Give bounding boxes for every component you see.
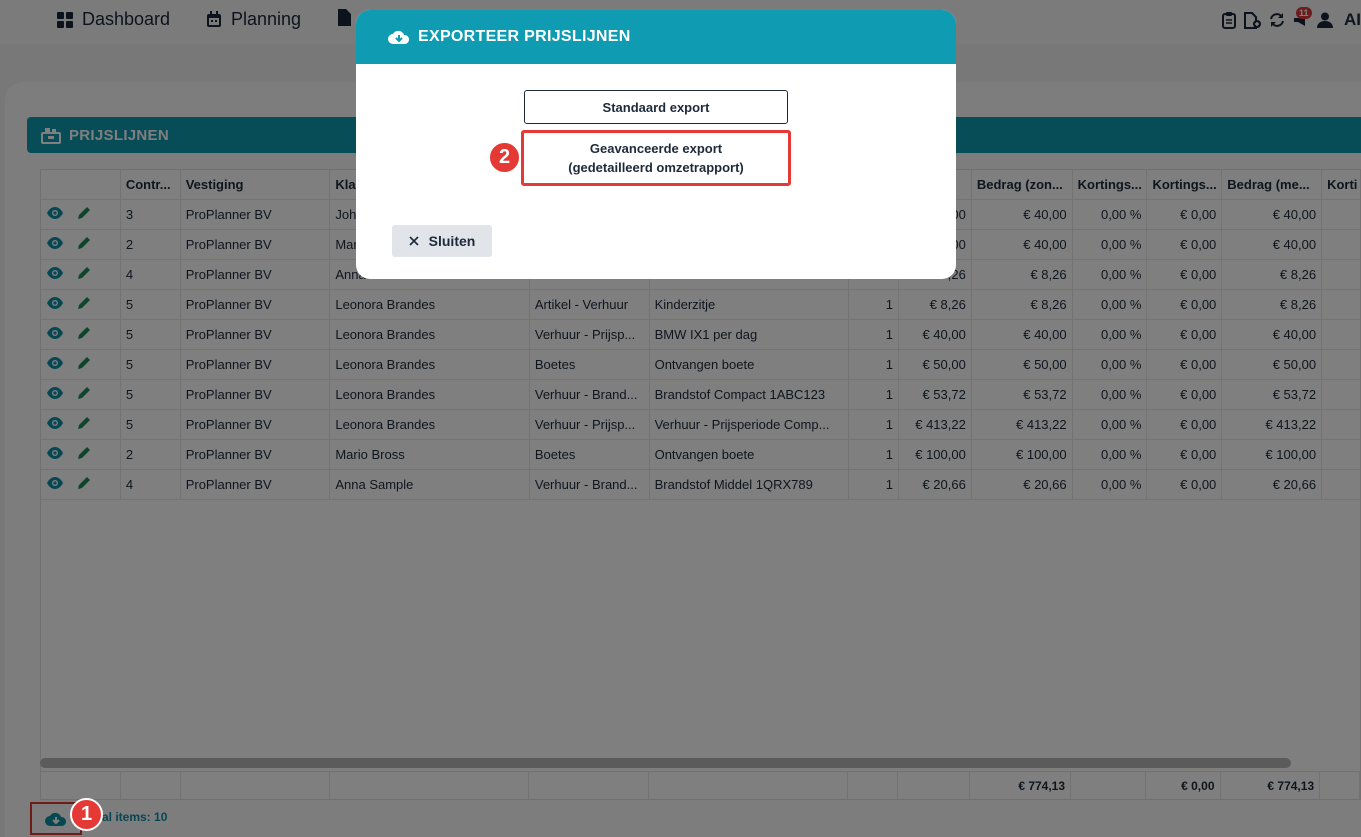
standard-export-button[interactable]: Standaard export [524, 90, 788, 124]
dialog-header: EXPORTEER PRIJSLIJNEN [356, 10, 956, 64]
callout-badge-2: 2 [488, 141, 521, 174]
close-label: Sluiten [428, 233, 476, 249]
advanced-export-label-line2: (gedetailleerd omzetrapport) [568, 160, 744, 175]
dialog-title: EXPORTEER PRIJSLIJNEN [418, 28, 631, 45]
close-button[interactable]: Sluiten [392, 225, 492, 257]
standard-export-label: Standaard export [602, 99, 710, 115]
cloud-download-icon [388, 30, 410, 44]
callout-badge-1: 1 [70, 798, 103, 831]
advanced-export-label-line1: Geavanceerde export [589, 141, 723, 156]
export-dialog: EXPORTEER PRIJSLIJNEN Standaard export G… [356, 10, 956, 279]
close-icon [409, 236, 419, 246]
advanced-export-button[interactable]: Geavanceerde export (gedetailleerd omzet… [521, 130, 791, 186]
